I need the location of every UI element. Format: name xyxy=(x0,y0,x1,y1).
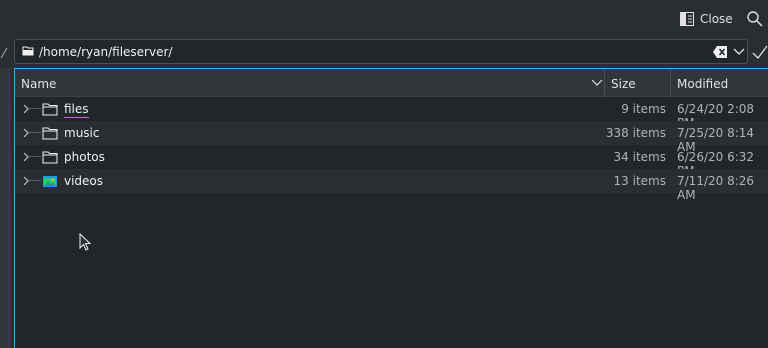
folder-icon xyxy=(42,127,58,140)
expand-chevron-icon[interactable] xyxy=(22,104,30,114)
column-divider[interactable] xyxy=(670,69,671,97)
file-row-files[interactable]: files 9 items 6/24/20 2:08 PM xyxy=(15,97,768,130)
close-label: Close xyxy=(700,12,733,26)
tree-branch-line xyxy=(29,156,41,157)
expand-chevron-icon[interactable] xyxy=(22,128,30,138)
top-toolbar: Close xyxy=(0,0,768,38)
column-header-size[interactable]: Size xyxy=(611,77,636,91)
file-size: 13 items xyxy=(613,174,666,188)
folder-icon xyxy=(22,46,34,56)
expand-chevron-icon[interactable] xyxy=(22,152,30,162)
checkmark-icon[interactable] xyxy=(752,43,768,61)
clear-text-icon[interactable] xyxy=(712,45,728,59)
file-row-photos[interactable]: photos 34 items 6/26/20 6:32 PM xyxy=(15,145,768,178)
video-folder-icon xyxy=(43,176,57,187)
file-row-videos[interactable]: videos 13 items 7/11/20 8:26 AM xyxy=(15,169,768,202)
sort-chevron-icon[interactable] xyxy=(591,79,603,87)
tree-branch-line xyxy=(29,180,41,181)
location-path[interactable]: /home/ryan/fileserver/ xyxy=(39,45,172,59)
column-header: Name Size Modified xyxy=(15,69,768,97)
mouse-cursor-icon xyxy=(79,233,92,251)
column-divider[interactable] xyxy=(604,69,605,97)
folder-icon xyxy=(42,103,58,116)
pane-edge-icon xyxy=(0,47,8,59)
file-list-view[interactable]: Name Size Modified files 9 items 6/24/20… xyxy=(14,68,768,348)
column-header-name[interactable]: Name xyxy=(21,77,56,91)
tree-branch-line xyxy=(29,132,41,133)
close-panel-button[interactable]: Close xyxy=(680,10,733,28)
tree-branch-line xyxy=(29,108,41,109)
panel-icon xyxy=(680,12,694,26)
file-modified: 7/11/20 8:26 AM xyxy=(677,174,755,202)
file-size: 34 items xyxy=(613,150,666,164)
search-icon[interactable] xyxy=(746,10,764,28)
file-size: 338 items xyxy=(605,126,666,140)
file-row-music[interactable]: music 338 items 7/25/20 8:14 AM xyxy=(15,121,768,154)
location-bar[interactable]: /home/ryan/fileserver/ xyxy=(14,39,748,64)
file-size: 9 items xyxy=(621,102,666,116)
folder-icon xyxy=(42,151,58,164)
column-header-modified[interactable]: Modified xyxy=(677,77,728,91)
left-pane-edge xyxy=(0,68,10,348)
file-name[interactable]: photos xyxy=(64,150,105,164)
file-name[interactable]: files xyxy=(64,102,89,118)
chevron-down-icon[interactable] xyxy=(733,47,745,57)
file-name[interactable]: music xyxy=(64,126,99,140)
expand-chevron-icon[interactable] xyxy=(22,176,30,186)
file-name[interactable]: videos xyxy=(64,174,103,188)
